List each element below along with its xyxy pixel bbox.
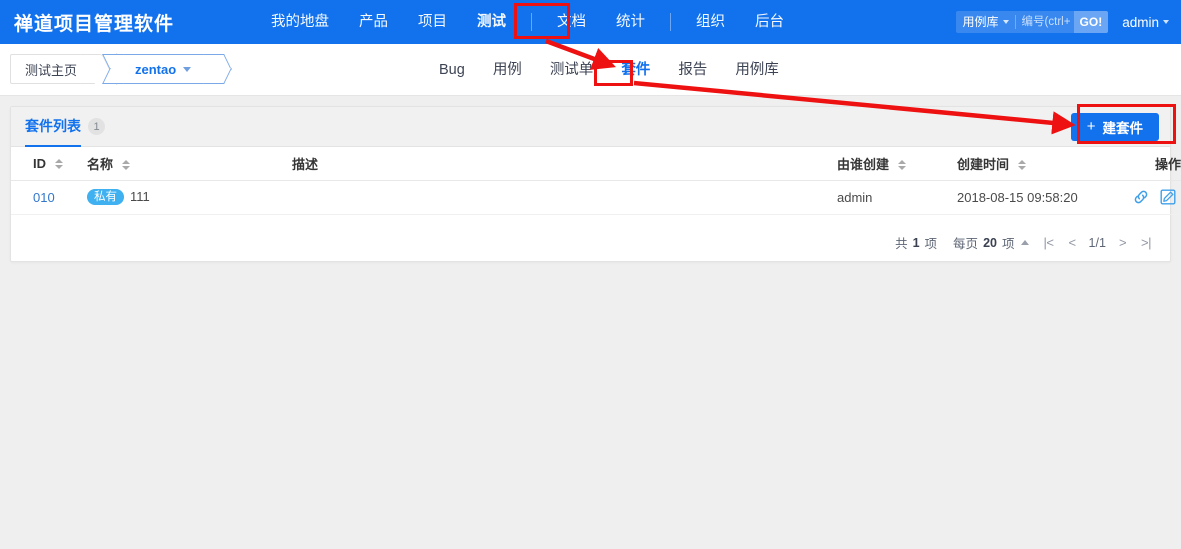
pager-total-prefix: 共 [895,237,908,251]
user-menu[interactable]: admin [1122,15,1169,30]
tab-suite[interactable]: 套件 [607,44,664,96]
search-input[interactable] [1015,11,1074,33]
main-navigation: 我的地盘 产品 项目 测试 文档 统计 组织 后台 [256,0,799,44]
nav-item-stats[interactable]: 统计 [601,0,660,44]
user-name-label: admin [1122,14,1159,30]
pager-perpage-suffix: 项 [1001,237,1015,251]
pager-total-count: 1 [912,235,920,250]
column-header-createdby[interactable]: 由谁创建 [829,147,949,181]
nav-item-doc[interactable]: 文档 [542,0,601,44]
pager-prev-button[interactable]: < [1063,235,1080,250]
module-navigation: Bug 用例 测试单 套件 报告 用例库 [425,44,793,96]
suite-table-head: ID 名称 描述 由谁创建 创建时间 操作 [11,147,1181,181]
tab-testtask[interactable]: 测试单 [536,44,608,96]
global-search[interactable]: 用例库 GO! [955,11,1109,33]
breadcrumb-current-label: zentao [135,61,177,77]
nav-item-org[interactable]: 组织 [681,0,740,44]
cell-id: 010 [11,180,79,215]
nav-item-admin[interactable]: 后台 [740,0,799,44]
breadcrumb: 测试主页 zentao [10,54,233,84]
suite-list-tab-label: 套件列表 [25,107,81,147]
nav-separator-1 [531,13,533,31]
chevron-down-icon [1163,20,1169,24]
nav-separator-2 [670,13,672,31]
column-label-createdat: 创建时间 [957,156,1010,172]
suite-list-tab[interactable]: 套件列表 1 [25,107,105,147]
plus-icon: + [1086,118,1096,135]
nav-item-project[interactable]: 项目 [403,0,462,44]
status-badge: 私有 [87,188,124,206]
top-header: 禅道项目管理软件 我的地盘 产品 项目 测试 文档 统计 组织 后台 用例库 G… [0,0,1181,44]
cell-createdat: 2018-08-15 09:58:20 [949,180,1109,215]
create-suite-button[interactable]: + 建套件 [1070,113,1159,141]
cell-name: 私有 111 [79,180,284,215]
link-icon[interactable] [1133,189,1149,205]
header-right-tools: 用例库 GO! admin [955,0,1173,44]
tab-case[interactable]: 用例 [479,44,536,96]
column-header-id[interactable]: ID [11,147,79,181]
suite-list-card: 套件列表 1 + 建套件 ID 名称 描述 由谁创建 创建时间 操作 010 私… [10,106,1181,262]
tab-report[interactable]: 报告 [664,44,721,96]
column-label-desc: 描述 [292,156,319,172]
chevron-down-icon [183,66,192,72]
sort-icon [1017,160,1026,171]
column-label-name: 名称 [87,156,114,172]
edit-icon[interactable] [1160,189,1176,205]
pager-perpage-prefix: 每页 [953,237,979,251]
chevron-up-icon[interactable] [1021,240,1030,245]
breadcrumb-home[interactable]: 测试主页 [10,54,100,84]
tab-caselib[interactable]: 用例库 [721,44,793,96]
nav-item-my[interactable]: 我的地盘 [256,0,344,44]
cell-desc [284,180,829,215]
pager-total-suffix: 项 [924,237,938,251]
table-row[interactable]: 010 私有 111 admin 2018-08-15 09:58:20 [11,180,1181,215]
column-header-name[interactable]: 名称 [79,147,284,181]
chevron-down-icon [1002,20,1009,24]
pager-position: 1/1 [1088,235,1106,250]
sub-header: 测试主页 zentao Bug 用例 测试单 套件 报告 用例库 [0,44,1181,96]
column-header-createdat[interactable]: 创建时间 [949,147,1109,181]
suite-id-link[interactable]: 010 [33,190,55,205]
column-label-id: ID [33,155,46,171]
pager-next-button[interactable]: > [1114,235,1131,250]
pagination-bar: 共 1 项 每页 20 项 |< < 1/1 > >| [11,224,1170,261]
suite-list-count-badge: 1 [88,118,105,135]
app-brand: 禅道项目管理软件 [14,13,175,35]
column-header-actions: 操作 [1109,147,1181,181]
nav-item-product[interactable]: 产品 [344,0,403,44]
breadcrumb-current[interactable]: zentao [102,54,233,84]
cell-createdby: admin [829,180,949,215]
table-header-row: ID 名称 描述 由谁创建 创建时间 操作 [11,147,1181,181]
pager-last-button[interactable]: >| [1136,235,1156,250]
sort-icon [54,159,63,170]
search-scope-selector[interactable]: 用例库 [956,11,1015,33]
sort-icon [121,160,130,171]
column-label-actions: 操作 [1154,156,1181,172]
card-toolbar: 套件列表 1 + 建套件 [11,107,1170,147]
column-label-createdby: 由谁创建 [837,156,890,172]
breadcrumb-home-label: 测试主页 [25,62,78,78]
search-go-button[interactable]: GO! [1073,11,1109,33]
suite-table-body: 010 私有 111 admin 2018-08-15 09:58:20 [11,180,1181,215]
suite-table: ID 名称 描述 由谁创建 创建时间 操作 010 私有 111 admin 2… [11,147,1181,215]
column-header-desc: 描述 [284,147,829,181]
create-suite-label: 建套件 [1102,121,1144,136]
nav-item-test[interactable]: 测试 [462,0,521,44]
tab-bug[interactable]: Bug [425,44,479,96]
suite-name-label: 111 [130,188,150,204]
sort-icon [897,160,906,171]
cell-actions [1109,180,1181,215]
search-scope-label: 用例库 [962,15,999,29]
pager-first-button[interactable]: |< [1038,235,1058,250]
pager-perpage-count[interactable]: 20 [983,236,997,250]
